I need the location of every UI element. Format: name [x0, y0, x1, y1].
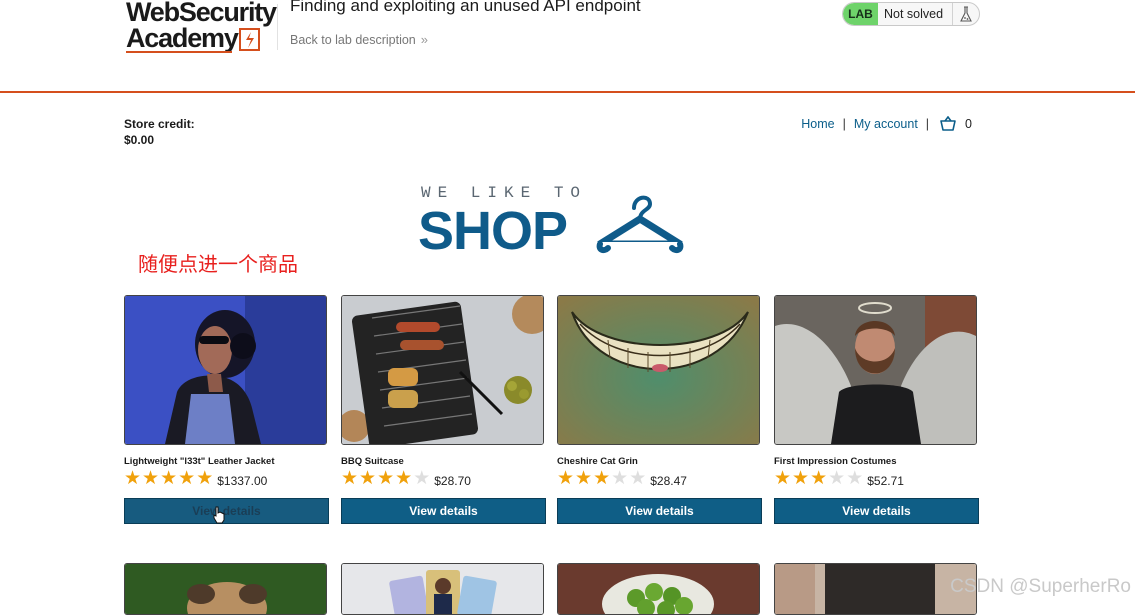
star-icon: ★	[828, 468, 846, 489]
star-icon: ★	[377, 468, 395, 489]
header-rule	[0, 91, 1135, 93]
star-icon: ★	[593, 468, 611, 489]
product-name: Cheshire Cat Grin	[557, 456, 638, 467]
product-image[interactable]	[341, 563, 544, 615]
hanger-icon	[594, 195, 686, 254]
view-details-button[interactable]: View details	[557, 498, 762, 524]
back-to-lab-description-link[interactable]: Back to lab description »	[290, 32, 428, 47]
logo-underline	[126, 51, 232, 53]
product-price: $1337.00	[217, 473, 268, 488]
product-price: $28.70	[434, 473, 471, 488]
star-icon: ★	[359, 468, 377, 489]
star-icon: ★	[395, 468, 413, 489]
product-card: First Impression Costumes ★ ★ ★ ★ ★ $52.71 V…	[774, 295, 979, 524]
flask-icon	[952, 3, 972, 25]
lab-status-text: Not solved	[884, 7, 944, 21]
product-image[interactable]	[341, 295, 544, 445]
product-image[interactable]	[124, 295, 327, 445]
view-details-button[interactable]: View details	[341, 498, 546, 524]
star-icon: ★	[341, 468, 359, 489]
view-details-button[interactable]: View details	[124, 498, 329, 524]
cart-count: 0	[965, 117, 972, 131]
product-image[interactable]	[557, 563, 760, 615]
product-name: Lightweight "l33t" Leather Jacket	[124, 456, 275, 467]
star-icon: ★	[846, 468, 864, 489]
cart-icon[interactable]	[939, 116, 957, 132]
product-card: Lightweight "l33t" Leather Jacket ★ ★ ★ ★ ★ …	[124, 295, 329, 524]
nav-separator: |	[842, 117, 846, 131]
back-link-label: Back to lab description	[290, 33, 416, 47]
store-credit-label: Store credit:	[124, 117, 195, 131]
lab-status-widget: LAB Not solved	[842, 2, 980, 26]
header-divider	[277, 4, 278, 50]
logo-lightning-icon	[239, 28, 260, 51]
product-rating: ★ ★ ★ ★ ★ $28.47	[557, 468, 762, 489]
lab-title: Finding and exploiting an unused API end…	[290, 0, 641, 15]
hero-title: SHOP	[418, 201, 568, 261]
product-name: First Impression Costumes	[774, 456, 897, 467]
star-icon: ★	[810, 468, 828, 489]
nav-my-account-link[interactable]: My account	[854, 117, 918, 131]
product-name: BBQ Suitcase	[341, 456, 404, 467]
logo-text-line2: Academy	[126, 23, 239, 53]
product-rating: ★ ★ ★ ★ ★ $28.70	[341, 468, 546, 489]
star-icon: ★	[774, 468, 792, 489]
top-nav: Home | My account | 0	[801, 116, 972, 132]
product-image[interactable]	[124, 563, 327, 615]
product-rating: ★ ★ ★ ★ ★ $52.71	[774, 468, 979, 489]
view-details-button[interactable]: View details	[774, 498, 979, 524]
store-credit-value: $0.00	[124, 133, 155, 147]
watermark: CSDN @SuperherRo	[950, 576, 1131, 597]
nav-separator: |	[925, 117, 930, 131]
star-icon: ★	[124, 468, 142, 489]
star-icon: ★	[557, 468, 575, 489]
star-icon: ★	[575, 468, 593, 489]
star-icon: ★	[142, 468, 160, 489]
nav-home-link[interactable]: Home	[801, 117, 834, 131]
star-icon: ★	[792, 468, 810, 489]
star-icon: ★	[629, 468, 647, 489]
star-icon: ★	[611, 468, 629, 489]
product-card: BBQ Suitcase ★ ★ ★ ★ ★ $28.70 View details	[341, 295, 546, 524]
annotation-note: 随便点进一个商品	[138, 254, 298, 276]
product-rating: ★ ★ ★ ★ ★ $1337.00	[124, 468, 329, 489]
star-icon: ★	[196, 468, 214, 489]
star-icon: ★	[178, 468, 196, 489]
lab-badge: LAB	[843, 3, 878, 25]
product-image[interactable]	[557, 295, 760, 445]
mouse-cursor-icon	[213, 506, 225, 524]
academy-logo[interactable]: WebSecurity Academy	[126, 0, 277, 54]
star-icon: ★	[413, 468, 431, 489]
star-icon: ★	[160, 468, 178, 489]
chevrons-right-icon: »	[420, 32, 428, 47]
product-image[interactable]	[774, 295, 977, 445]
product-image[interactable]	[774, 563, 977, 615]
product-price: $28.47	[650, 473, 687, 488]
product-card: Cheshire Cat Grin ★ ★ ★ ★ ★ $28.47 View deta…	[557, 295, 762, 524]
product-price: $52.71	[867, 473, 904, 488]
